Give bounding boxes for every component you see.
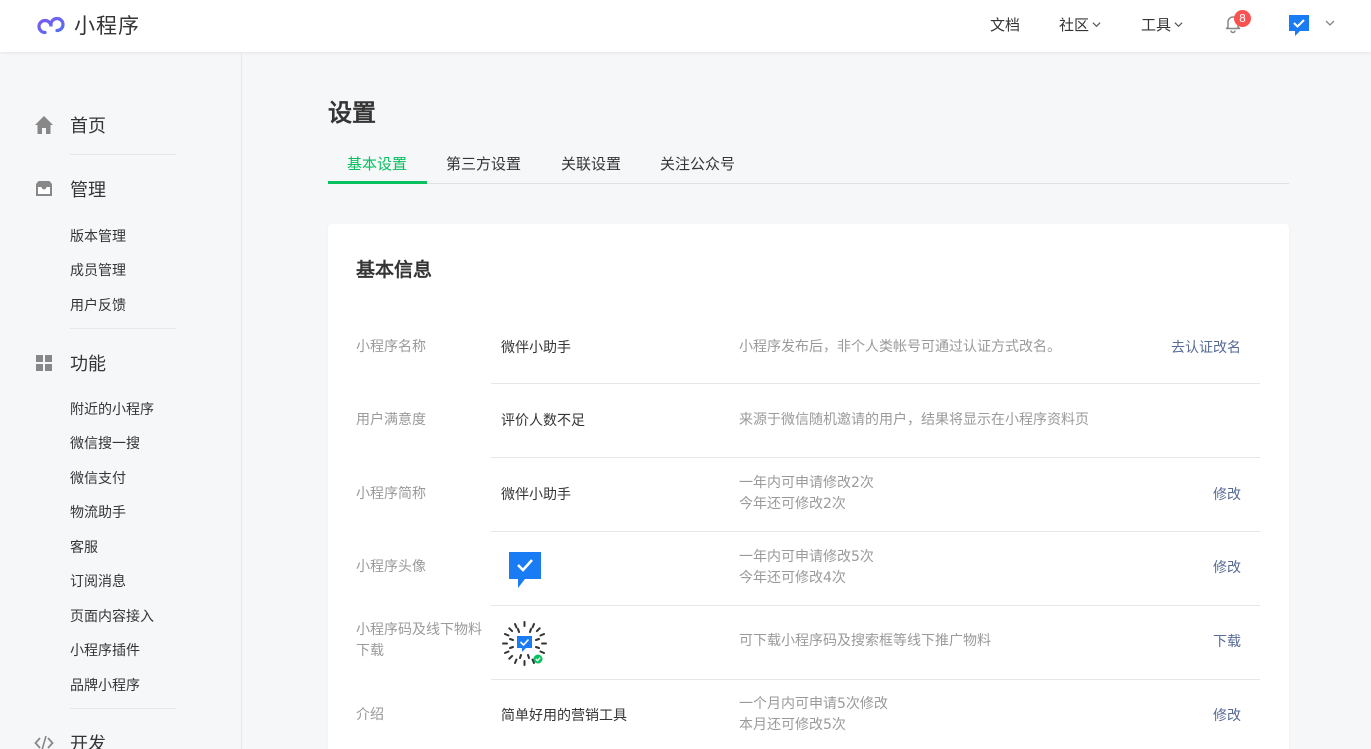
info-row-avatar: 小程序头像 一年内可申请修改5次 今年还可修改4次 修改 bbox=[328, 532, 1289, 606]
sidebar-item-subscribe[interactable]: 订阅消息 bbox=[70, 571, 126, 591]
row-label: 小程序简称 bbox=[356, 486, 426, 502]
row-label: 介绍 bbox=[356, 707, 384, 723]
sidebar-item-content[interactable]: 页面内容接入 bbox=[70, 606, 154, 626]
nav-docs-label: 文档 bbox=[990, 15, 1021, 34]
tab-third-party[interactable]: 第三方设置 bbox=[446, 153, 521, 174]
chevron-down-icon bbox=[1092, 21, 1101, 27]
brand[interactable]: 小程序 bbox=[34, 10, 140, 40]
row-desc-line-2: 本月还可修改5次 bbox=[739, 717, 846, 733]
sidebar-item-logistics[interactable]: 物流助手 bbox=[70, 502, 126, 522]
card-title: 基本信息 bbox=[356, 259, 433, 281]
nav-docs[interactable]: 文档 bbox=[990, 0, 1020, 48]
row-value: 评价人数不足 bbox=[501, 413, 585, 429]
nav-community[interactable]: 社区 bbox=[1059, 0, 1101, 48]
row-label-line-1: 小程序码及线下物料 bbox=[356, 622, 482, 638]
basic-info-card: 基本信息 小程序名称 微伴小助手 小程序发布后，非个人类帐号可通过认证方式改名。… bbox=[328, 224, 1289, 749]
sidebar-develop[interactable]: 开发 bbox=[34, 730, 106, 749]
row-desc-line-1: 一年内可申请修改5次 bbox=[739, 549, 874, 565]
sidebar-divider bbox=[70, 328, 176, 329]
sidebar-item-plugin[interactable]: 小程序插件 bbox=[70, 640, 140, 660]
tab-association[interactable]: 关联设置 bbox=[561, 153, 621, 174]
row-label: 用户满意度 bbox=[356, 412, 426, 428]
notification-badge: 8 bbox=[1234, 10, 1251, 27]
sidebar: 首页 管理 版本管理 成员管理 用户反馈 功能 附近的小程序 微信搜一搜 微信支… bbox=[0, 52, 242, 749]
row-desc: 来源于微信随机邀请的用户，结果将显示在小程序资料页 bbox=[739, 412, 1089, 428]
nav-tools[interactable]: 工具 bbox=[1141, 0, 1183, 48]
settings-tabs: 基本设置 第三方设置 关联设置 关注公众号 bbox=[328, 146, 1289, 184]
sidebar-divider bbox=[70, 154, 176, 155]
nav-community-label: 社区 bbox=[1059, 15, 1090, 34]
code-icon bbox=[34, 735, 54, 749]
tab-follow-official-account[interactable]: 关注公众号 bbox=[660, 153, 735, 174]
sidebar-features-label: 功能 bbox=[70, 354, 106, 375]
info-row-satisfaction: 用户满意度 评价人数不足 来源于微信随机邀请的用户，结果将显示在小程序资料页 bbox=[328, 384, 1289, 458]
edit-short-name-link[interactable]: 修改 bbox=[1213, 484, 1241, 504]
nav-tools-label: 工具 bbox=[1141, 15, 1172, 34]
sidebar-develop-label: 开发 bbox=[70, 734, 106, 749]
chevron-down-icon bbox=[1174, 21, 1183, 27]
brand-name: 小程序 bbox=[74, 14, 140, 38]
sidebar-item-pay[interactable]: 微信支付 bbox=[70, 468, 126, 488]
top-nav-bar: 小程序 文档 社区 工具 8 bbox=[0, 0, 1371, 52]
sidebar-item-brand[interactable]: 品牌小程序 bbox=[70, 675, 140, 695]
row-label-line-2: 下载 bbox=[356, 643, 384, 659]
row-label: 小程序头像 bbox=[356, 559, 426, 575]
sidebar-manage[interactable]: 管理 bbox=[34, 176, 106, 202]
edit-intro-link[interactable]: 修改 bbox=[1213, 705, 1241, 725]
row-label: 小程序名称 bbox=[356, 339, 426, 355]
miniprogram-code-icon bbox=[502, 621, 547, 666]
account-avatar-icon[interactable] bbox=[1288, 14, 1310, 38]
row-value: 简单好用的营销工具 bbox=[501, 708, 627, 724]
sidebar-home-label: 首页 bbox=[70, 116, 106, 137]
row-desc-line-1: 一个月内可申请5次修改 bbox=[739, 696, 888, 712]
sidebar-features[interactable]: 功能 bbox=[34, 350, 106, 376]
sidebar-item-search[interactable]: 微信搜一搜 bbox=[70, 433, 140, 453]
info-row-short-name: 小程序简称 微伴小助手 一年内可申请修改2次 今年还可修改2次 修改 bbox=[328, 458, 1289, 532]
row-desc-line-1: 一年内可申请修改2次 bbox=[739, 475, 874, 491]
verify-rename-link[interactable]: 去认证改名 bbox=[1171, 337, 1241, 357]
row-desc-line-2: 今年还可修改4次 bbox=[739, 570, 846, 586]
row-desc-line-2: 今年还可修改2次 bbox=[739, 496, 846, 512]
home-icon bbox=[35, 116, 53, 134]
sidebar-home[interactable]: 首页 bbox=[34, 112, 106, 138]
sidebar-divider bbox=[70, 708, 176, 709]
miniprogram-logo-icon bbox=[37, 16, 65, 34]
info-row-name: 小程序名称 微伴小助手 小程序发布后，非个人类帐号可通过认证方式改名。 去认证改… bbox=[328, 310, 1289, 384]
sidebar-item-feedback[interactable]: 用户反馈 bbox=[70, 295, 126, 315]
sidebar-item-nearby[interactable]: 附近的小程序 bbox=[70, 399, 154, 419]
edit-avatar-link[interactable]: 修改 bbox=[1213, 557, 1241, 577]
row-value: 微伴小助手 bbox=[501, 340, 571, 356]
miniprogram-avatar-icon bbox=[509, 552, 541, 588]
sidebar-item-version[interactable]: 版本管理 bbox=[70, 226, 126, 246]
grid-icon bbox=[36, 355, 52, 371]
info-row-qrcode: 小程序码及线下物料 下载 可下载小程序码及搜索框等线下推广物料 下载 bbox=[328, 606, 1289, 680]
account-chevron-down-icon[interactable] bbox=[1324, 17, 1336, 29]
active-tab-indicator bbox=[328, 181, 427, 184]
row-value: 微伴小助手 bbox=[501, 487, 571, 503]
inbox-icon bbox=[36, 181, 52, 196]
sidebar-item-members[interactable]: 成员管理 bbox=[70, 260, 126, 280]
download-code-link[interactable]: 下载 bbox=[1213, 631, 1241, 651]
tab-basic-settings[interactable]: 基本设置 bbox=[347, 153, 407, 174]
row-desc: 小程序发布后，非个人类帐号可通过认证方式改名。 bbox=[739, 339, 1061, 355]
page-title: 设置 bbox=[328, 99, 376, 127]
row-desc: 可下载小程序码及搜索框等线下推广物料 bbox=[739, 633, 991, 649]
sidebar-manage-label: 管理 bbox=[70, 180, 106, 201]
info-row-intro: 介绍 简单好用的营销工具 一个月内可申请5次修改 本月还可修改5次 修改 bbox=[328, 680, 1289, 749]
sidebar-item-service[interactable]: 客服 bbox=[70, 537, 98, 557]
